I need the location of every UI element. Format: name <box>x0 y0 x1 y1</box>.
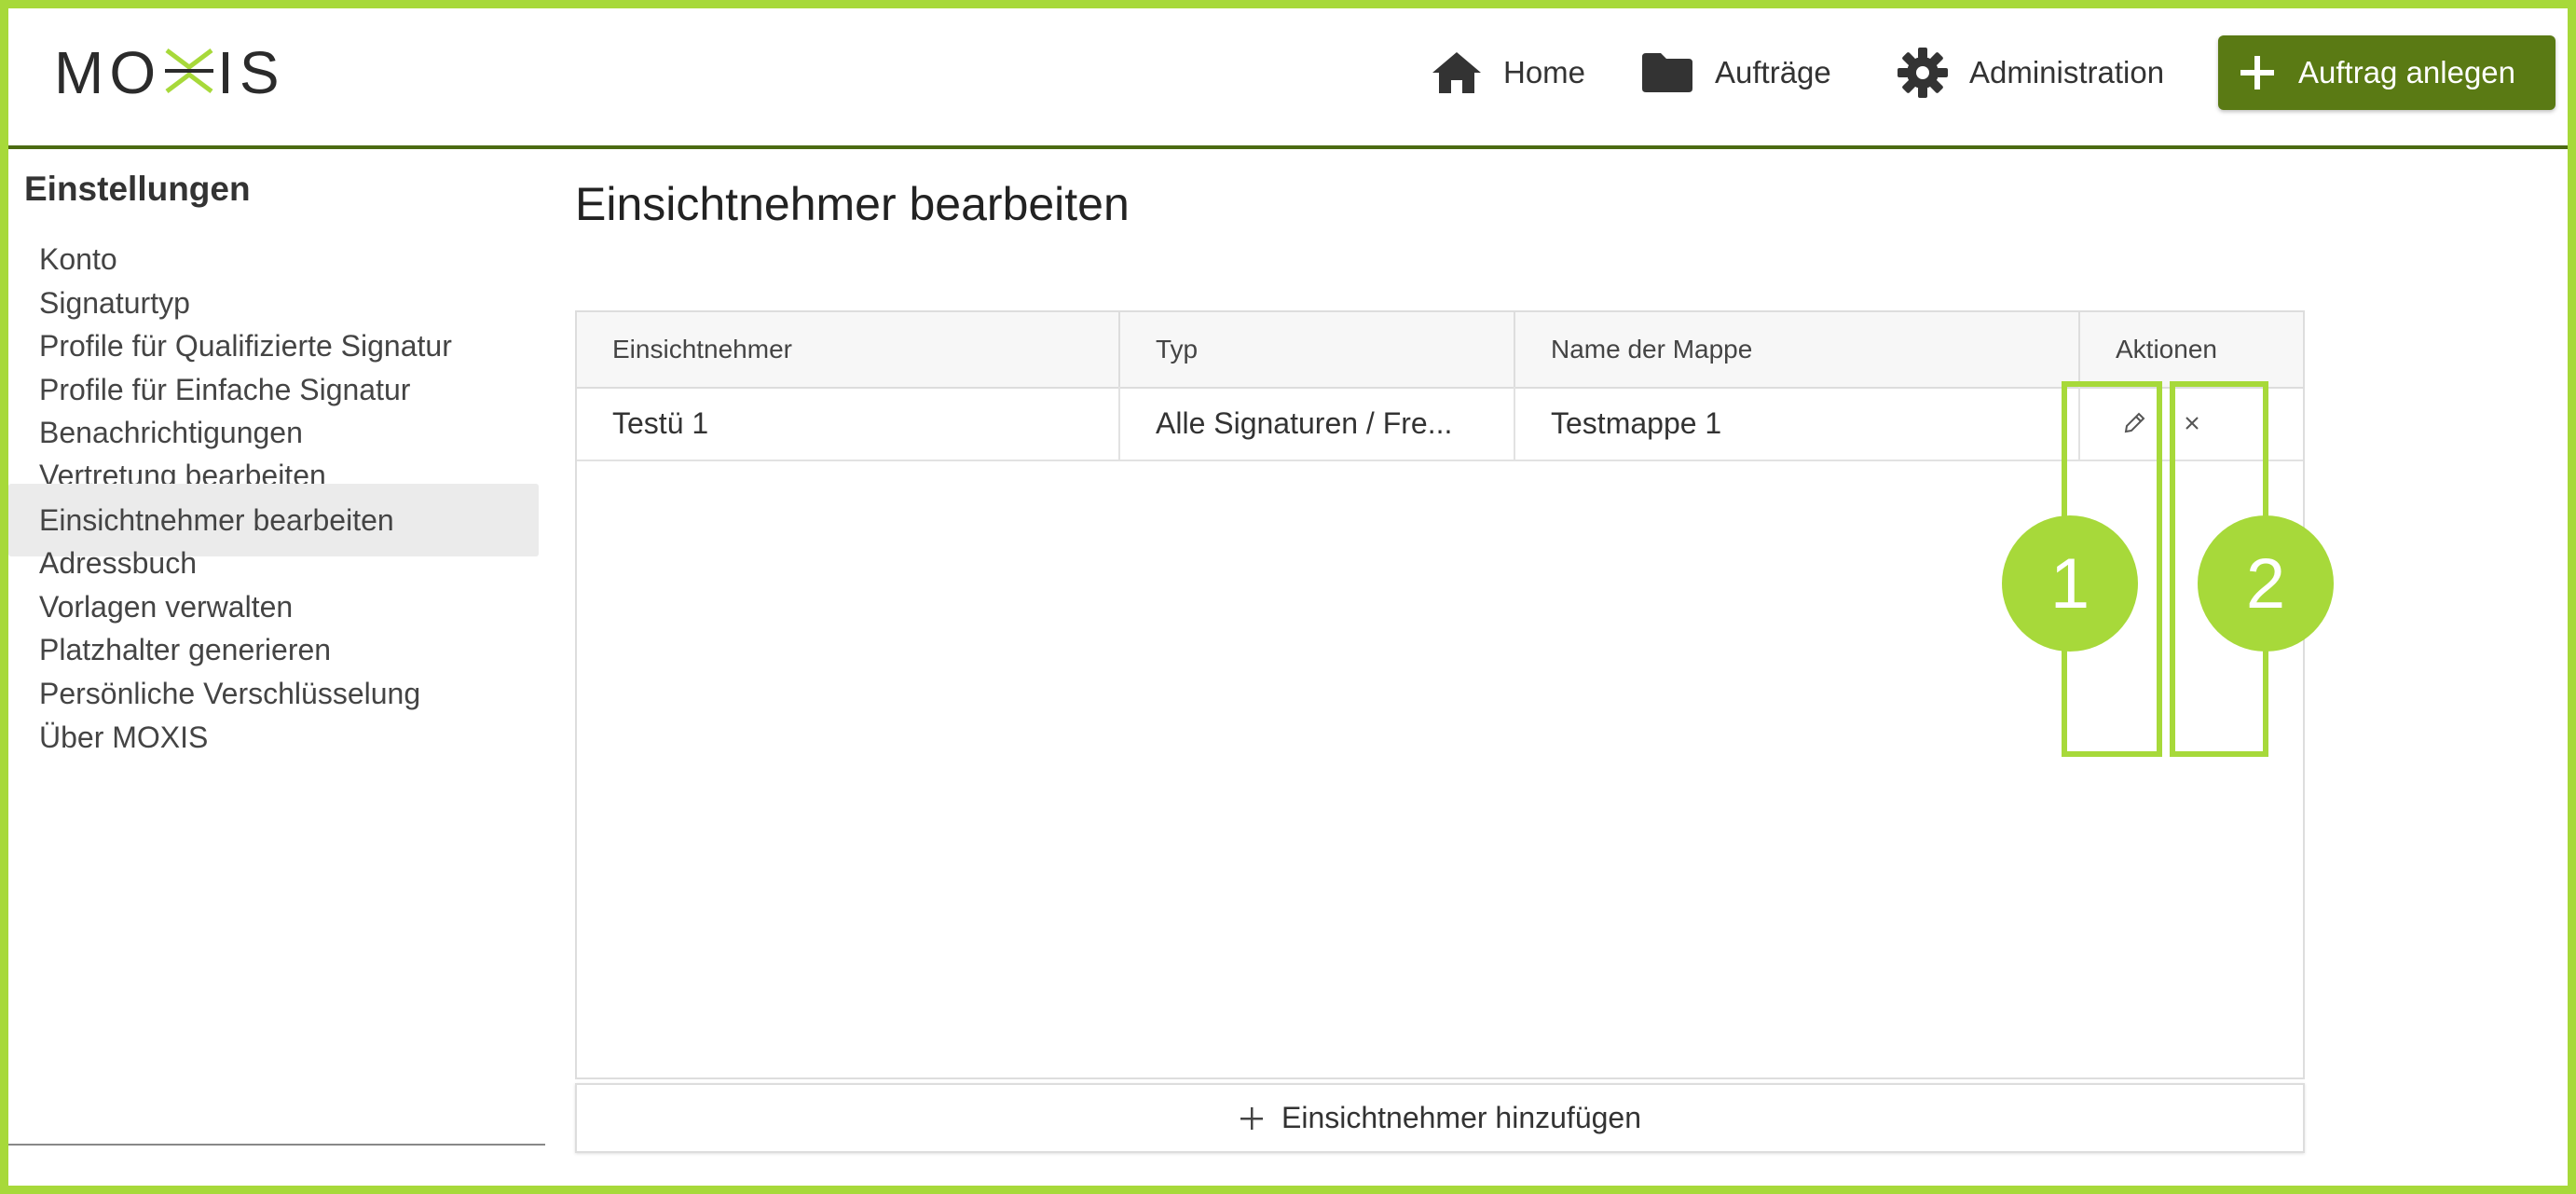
nav-home[interactable]: Home <box>1431 45 1585 101</box>
moxis-logo[interactable]: MO IS <box>54 37 285 108</box>
plus-icon <box>1240 1106 1263 1130</box>
callout-badge-1: 1 <box>2002 515 2138 652</box>
settings-sidebar: Einstellungen Konto Signaturtyp Profile … <box>0 149 545 1146</box>
logo-x-mark <box>165 48 214 93</box>
create-order-button[interactable]: Auftrag anlegen <box>2218 35 2555 110</box>
create-order-label: Auftrag anlegen <box>2298 55 2516 89</box>
add-viewer-button[interactable]: Einsichtnehmer hinzufügen <box>575 1083 2305 1153</box>
nav-administration[interactable]: Administration <box>1897 45 2164 101</box>
callout-badge-2: 2 <box>2198 515 2334 652</box>
nav-orders-label: Aufträge <box>1715 55 1831 89</box>
page-title: Einsichtnehmer bearbeiten <box>575 178 1130 230</box>
nav-orders[interactable]: Aufträge <box>1640 45 1831 101</box>
cell-type: Alle Signaturen / Fre... <box>1120 387 1515 460</box>
add-viewer-label: Einsichtnehmer hinzufügen <box>1281 1101 1641 1134</box>
nav-administration-label: Administration <box>1969 55 2165 89</box>
cell-folder: Testmappe 1 <box>1515 387 2080 460</box>
table-row[interactable]: Testü 1 Alle Signaturen / Fre... Testmap… <box>577 387 2303 461</box>
plus-icon <box>2240 56 2274 89</box>
nav-home-label: Home <box>1503 55 1586 89</box>
column-header-folder[interactable]: Name der Mappe <box>1515 312 2080 387</box>
column-header-type[interactable]: Typ <box>1120 312 1515 387</box>
cell-viewer: Testü 1 <box>577 387 1120 460</box>
folder-icon <box>1642 53 1692 92</box>
column-header-actions: Aktionen <box>2116 335 2217 364</box>
table-header: Einsichtnehmer Typ Name der Mappe Aktion… <box>577 312 2303 389</box>
top-header: MO IS Home Aufträge Administration Auftr… <box>0 0 2576 149</box>
gear-icon <box>1898 48 1948 98</box>
sidebar-title: Einstellungen <box>24 170 251 208</box>
sidebar-divider <box>8 1144 545 1146</box>
viewers-table: Einsichtnehmer Typ Name der Mappe Aktion… <box>575 310 2305 1079</box>
sidebar-item-about[interactable]: Über MOXIS <box>8 701 539 774</box>
home-icon <box>1432 52 1481 93</box>
column-header-viewer[interactable]: Einsichtnehmer <box>577 312 1120 387</box>
